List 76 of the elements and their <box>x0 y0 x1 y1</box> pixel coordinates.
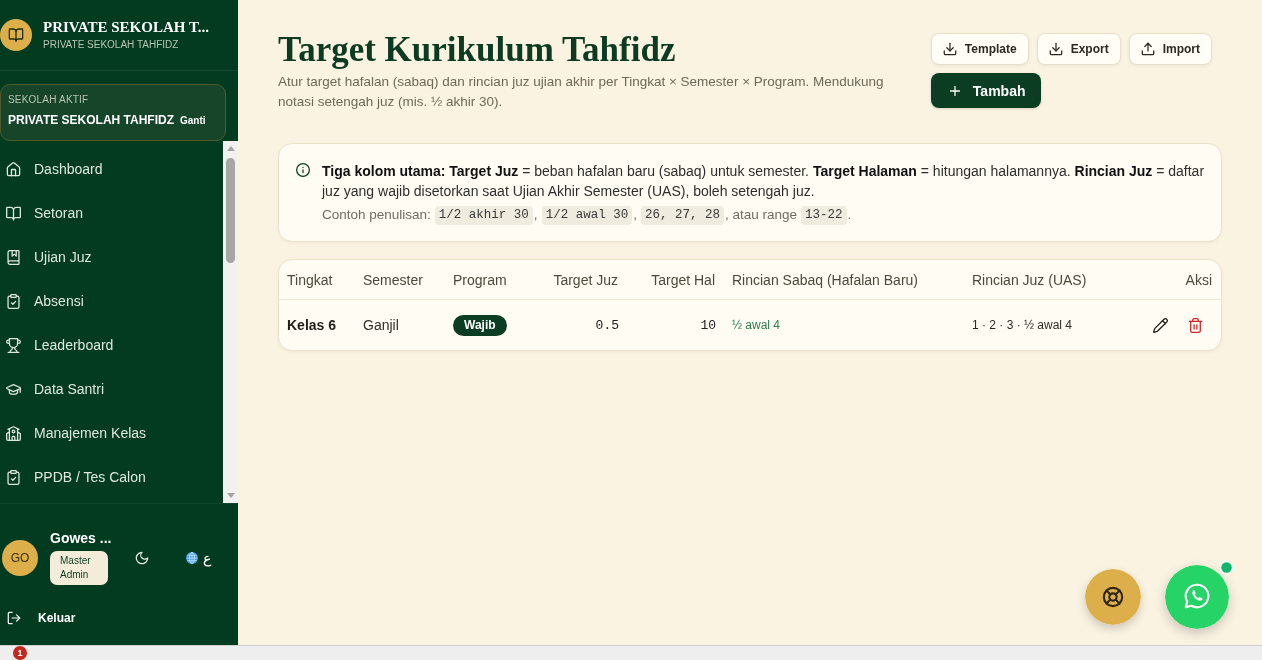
globe-icon <box>186 551 199 564</box>
example-text: , <box>533 206 538 224</box>
user-name: Gowes ... <box>50 530 112 546</box>
logout-icon <box>7 610 21 625</box>
code-snippet: 1/2 akhir 30 <box>434 205 533 225</box>
nav-item[interactable]: Leaderboard <box>0 323 223 367</box>
table-cell-text: ½ awal 4 <box>731 317 782 334</box>
app-title: PRIVATE SEKOLAH T... <box>43 19 210 36</box>
nav-item[interactable]: Data Santri <box>0 367 223 411</box>
clipboard-check-icon <box>6 293 21 309</box>
column-header: Rincian Sabaq (Hafalan Baru) <box>724 260 964 300</box>
column-header: Rincian Juz (UAS) <box>964 260 1130 300</box>
column-header: Aksi <box>1130 260 1221 300</box>
table-cell-text: 0.5 <box>594 316 620 335</box>
graduation-cap-icon <box>6 381 21 397</box>
example-text: . <box>847 206 852 224</box>
nav-item[interactable]: PPDB / Tes Calon <box>0 455 223 499</box>
upload-icon <box>1140 42 1155 56</box>
nav-item[interactable]: Dashboard <box>0 147 223 191</box>
moon-icon[interactable] <box>135 550 150 565</box>
download-button[interactable]: Export <box>1036 33 1121 65</box>
language-button[interactable]: ع <box>186 549 212 566</box>
nav-item[interactable]: Manajemen Kelas <box>0 411 223 455</box>
info-text: Tiga kolom utama: Target Juz = beban hafalan baru (sabaq) untuk semester. Target Halaman = hitungan halamannya. Rincian Juz = daftar juz yang wajib disetorkan saat Ujian Akhir Semester (UAS), boleh setengah juz. <box>322 162 1205 201</box>
download-icon <box>1048 42 1063 56</box>
column-header: Program <box>445 260 540 300</box>
code-snippet: 1/2 awal 30 <box>541 205 633 225</box>
school-building-icon <box>6 425 21 441</box>
user-avatar[interactable]: GO <box>2 539 38 576</box>
nav-item[interactable]: Absensi <box>0 279 223 323</box>
status-dot-icon <box>1219 560 1234 575</box>
column-header: Tingkat <box>279 260 355 300</box>
info-icon <box>296 163 310 177</box>
table-cell-text: Kelas 6 <box>286 316 338 335</box>
scroll-up-arrow-icon[interactable] <box>226 146 235 151</box>
active-school-label: SEKOLAH AKTIF <box>8 94 90 106</box>
house-icon <box>6 161 21 177</box>
page-description: Atur target hafalan (sabaq) dan rincian juz ujian akhir per Tingkat × Semester × Program. Mendukung notasi setengah juz (mis. ½ akhir 30). <box>278 73 885 111</box>
example-text: , <box>633 206 637 224</box>
user-role-tag: Master Admin <box>50 551 108 585</box>
code-snippet: 26, 27, 28 <box>640 205 724 225</box>
example-text: , atau range <box>724 206 797 224</box>
column-header: Target Juz <box>540 260 627 300</box>
add-button[interactable]: Tambah <box>930 73 1042 108</box>
lifebuoy-icon[interactable] <box>1085 569 1141 625</box>
program-tag: Wajib <box>453 314 507 336</box>
upload-button[interactable]: Import <box>1128 33 1212 65</box>
download-icon <box>942 42 957 56</box>
code-snippet: 13-22 <box>801 205 847 225</box>
download-button[interactable]: Template <box>930 33 1029 65</box>
scrollbar[interactable] <box>223 141 238 503</box>
example-text: Contoh penulisan: <box>322 206 431 224</box>
logout-button[interactable]: Keluar <box>0 605 76 630</box>
column-header: Semester <box>355 260 445 300</box>
scrollbar-thumb[interactable] <box>226 158 235 263</box>
notebook-icon <box>6 249 21 265</box>
trash-icon[interactable] <box>1188 317 1203 333</box>
clipboard-check-icon <box>6 469 21 485</box>
nav-item[interactable]: Setoran <box>0 191 223 235</box>
book-icon <box>6 205 21 221</box>
change-school-button[interactable]: Ganti <box>174 112 212 129</box>
plus-icon <box>947 83 962 98</box>
column-header: Target Hal <box>627 260 724 300</box>
table-cell-text: Ganjil <box>362 316 400 335</box>
table-cell-text: 10 <box>699 316 717 335</box>
page-title: Target Kurikulum Tahfidz <box>278 29 677 70</box>
trophy-icon <box>6 337 21 353</box>
book-logo-icon <box>0 19 32 51</box>
pencil-icon[interactable] <box>1153 317 1168 333</box>
scroll-down-arrow-icon[interactable] <box>226 493 235 498</box>
nav-item[interactable]: Ujian Juz <box>0 235 223 279</box>
phone-chat-bubble-icon[interactable] <box>1165 565 1229 629</box>
app-subtitle: PRIVATE SEKOLAH TAHFIDZ <box>43 39 180 51</box>
table-cell-text: 1 · 2 · 3 · ½ awal 4 <box>971 317 1074 334</box>
active-school-name: PRIVATE SEKOLAH TAHFIDZ <box>8 113 174 128</box>
notification-badge[interactable]: 1 <box>13 646 27 660</box>
